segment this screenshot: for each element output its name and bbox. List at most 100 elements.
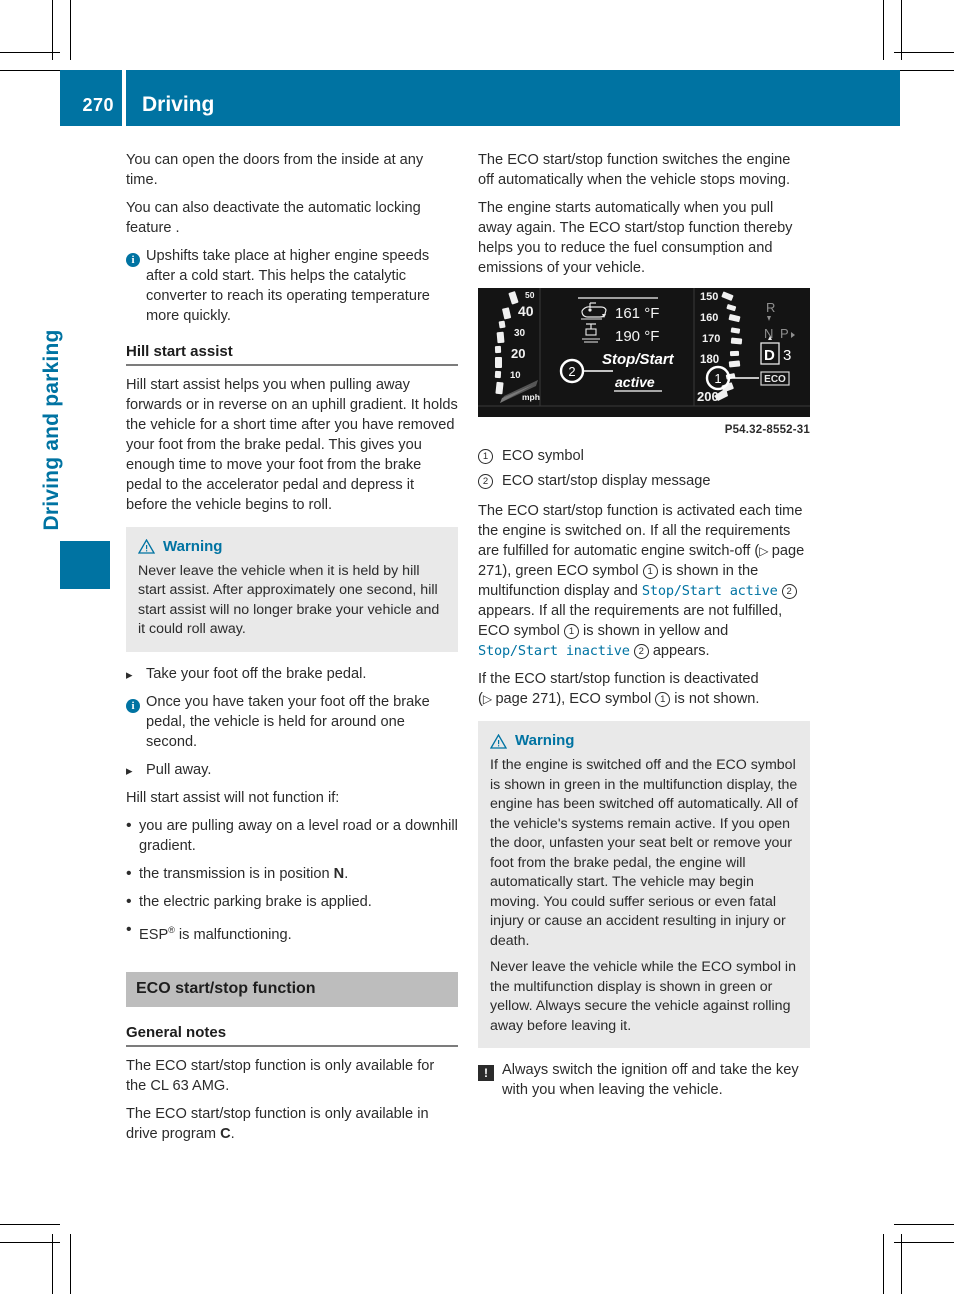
code-stop-start-inactive: Stop/Start inactive	[478, 643, 630, 659]
info-icon: i	[126, 692, 146, 713]
para-activated: The ECO start/stop function is activated…	[478, 501, 810, 661]
warning-box-hill-start: Warning Never leave the vehicle when it …	[126, 526, 458, 652]
heading-rule	[126, 1045, 458, 1047]
side-tab-label: Driving and parking	[40, 329, 63, 531]
list-item-text: you are pulling away on a level road or …	[139, 817, 458, 854]
exclamation-icon: !	[478, 1060, 502, 1081]
para-hill-start-assist: Hill start assist helps you when pulling…	[126, 376, 458, 513]
svg-text:mph: mph	[522, 392, 540, 402]
heading-hill-start-assist: Hill start assist	[126, 343, 233, 360]
code-stop-start-active: Stop/Start active	[641, 583, 778, 599]
list-item-text-before: ESP	[139, 926, 169, 943]
drive-program-letter: C	[220, 1125, 231, 1142]
step-pull-away: ▸ Pull away.	[126, 760, 458, 780]
step-text: Pull away.	[146, 761, 212, 778]
legend-number: 2	[478, 471, 502, 491]
info-note-held-one-second: i Once you have taken your foot off the …	[126, 692, 458, 752]
tick-180: 180	[700, 354, 719, 366]
info-note-upshifts: i Upshifts take place at higher engine s…	[126, 246, 458, 326]
instrument-cluster-figure: 50 40 30 20 10 mph 161 °F 190 °F Stop/St…	[478, 288, 810, 440]
para-activated-part6: appears.	[648, 643, 710, 659]
crop-mark-bottom-left-h2	[0, 1224, 60, 1225]
registered-mark: ®	[168, 924, 175, 935]
list-item-text-after: .	[344, 865, 349, 882]
eco-badge: ECO	[764, 374, 786, 385]
bullet-icon: •	[126, 892, 132, 910]
step-text: Take your foot off the brake pedal.	[146, 665, 367, 682]
list-item-text: the electric parking brake is applied.	[139, 893, 372, 910]
para-deactivated-part3: is not shown.	[670, 691, 760, 707]
inline-callout-1b: 1	[563, 624, 579, 639]
crop-mark-top-right-h	[894, 52, 954, 53]
crop-mark-bottom-right-h	[894, 1242, 954, 1243]
list-item-bold: N	[333, 865, 345, 882]
legend-item-1: 1 ECO symbol	[478, 446, 810, 466]
page-number-box: 270	[60, 70, 122, 126]
para-drive-program: The ECO start/stop function is only avai…	[126, 1104, 458, 1144]
crop-mark-top-left-h	[0, 52, 60, 53]
inline-callout-1c: 1	[655, 692, 671, 707]
left-column: You can open the doors from the inside a…	[126, 150, 458, 1152]
tick-160: 160	[700, 312, 718, 324]
chapter-title: Driving	[142, 93, 215, 116]
step-arrow-icon: ▸	[126, 762, 133, 778]
bullet-icon: •	[126, 864, 132, 882]
list-item-text: ESP® is malfunctioning.	[139, 920, 458, 945]
crop-mark-bottom-right-v	[901, 1234, 902, 1294]
para-switches-off: The ECO start/stop function switches the…	[478, 152, 791, 188]
svg-text:40: 40	[518, 303, 534, 319]
warning-triangle-icon	[489, 733, 508, 749]
bullet-icon: •	[126, 816, 132, 834]
crop-mark-top-left-v	[52, 0, 53, 60]
gear-selected: D	[764, 347, 775, 364]
list-item-text-after: is malfunctioning.	[174, 926, 292, 943]
para-drive-program-after: .	[230, 1125, 235, 1142]
para-activated-part5: is shown in yellow and	[578, 623, 729, 639]
callout-1-number: 1	[714, 371, 721, 386]
crop-mark-top-right-h2	[894, 70, 954, 71]
svg-text:30: 30	[514, 328, 526, 339]
inline-callout-1: 1	[642, 564, 658, 579]
list-item: • you are pulling away on a level road o…	[126, 816, 458, 856]
list-item-text: the transmission is in position N.	[139, 864, 458, 884]
note-ignition-off: ! Always switch the ignition off and tak…	[478, 1060, 810, 1100]
note-text: Always switch the ignition off and take …	[502, 1062, 799, 1098]
crop-mark-top-right-v2	[883, 0, 884, 60]
warning-body: Never leave the vehicle when it is held …	[138, 562, 440, 638]
gear-P: P	[780, 326, 789, 341]
list-item: • the electric parking brake is applied.	[126, 892, 458, 912]
warning-box-eco: Warning If the engine is switched off an…	[478, 721, 810, 1048]
page-header: 270 Driving	[60, 70, 900, 126]
info-icon: i	[126, 246, 146, 267]
heading-rule	[126, 364, 458, 366]
callout-2-number: 2	[568, 364, 575, 379]
warning-triangle-icon	[137, 538, 156, 554]
cluster-message-line1: Stop/Start	[602, 351, 675, 368]
crop-mark-bottom-right-v2	[883, 1234, 884, 1294]
warning-body-1: If the engine is switched off and the EC…	[490, 757, 798, 949]
list-item: • the transmission is in position N.	[126, 864, 458, 884]
legend-label: ECO symbol	[502, 448, 584, 464]
cluster-svg: 50 40 30 20 10 mph 161 °F 190 °F Stop/St…	[478, 288, 810, 417]
figure-caption: P54.32-8552-31	[724, 424, 810, 436]
right-column: The ECO start/stop function switches the…	[478, 150, 810, 1108]
oil-temp-value: 161 °F	[615, 305, 659, 322]
cluster-message-line2: active	[615, 374, 655, 390]
legend-item-2: 2 ECO start/stop display message	[478, 471, 810, 491]
tick-200: 200	[697, 389, 719, 404]
warning-title: Warning	[515, 732, 575, 749]
crop-mark-top-left-h2	[0, 70, 60, 71]
crop-mark-top-right-v	[901, 0, 902, 60]
warning-body-2: Never leave the vehicle while the ECO sy…	[490, 959, 796, 1034]
para-locking: You can also deactivate the automatic lo…	[126, 200, 421, 236]
gear-R: R	[766, 300, 775, 315]
para-only-cl63: The ECO start/stop function is only avai…	[126, 1057, 435, 1094]
para-doors: You can open the doors from the inside a…	[126, 152, 424, 188]
para-deactivated-part2: ), ECO symbol	[556, 691, 656, 707]
heading-general-notes: General notes	[126, 1024, 227, 1042]
page-number: 270	[82, 95, 114, 115]
para-starts-automatically: The engine starts automatically when you…	[478, 200, 793, 276]
chapter-title-bar: Driving	[126, 70, 900, 126]
svg-text:20: 20	[511, 346, 525, 361]
page-reference: page 271	[495, 691, 557, 707]
